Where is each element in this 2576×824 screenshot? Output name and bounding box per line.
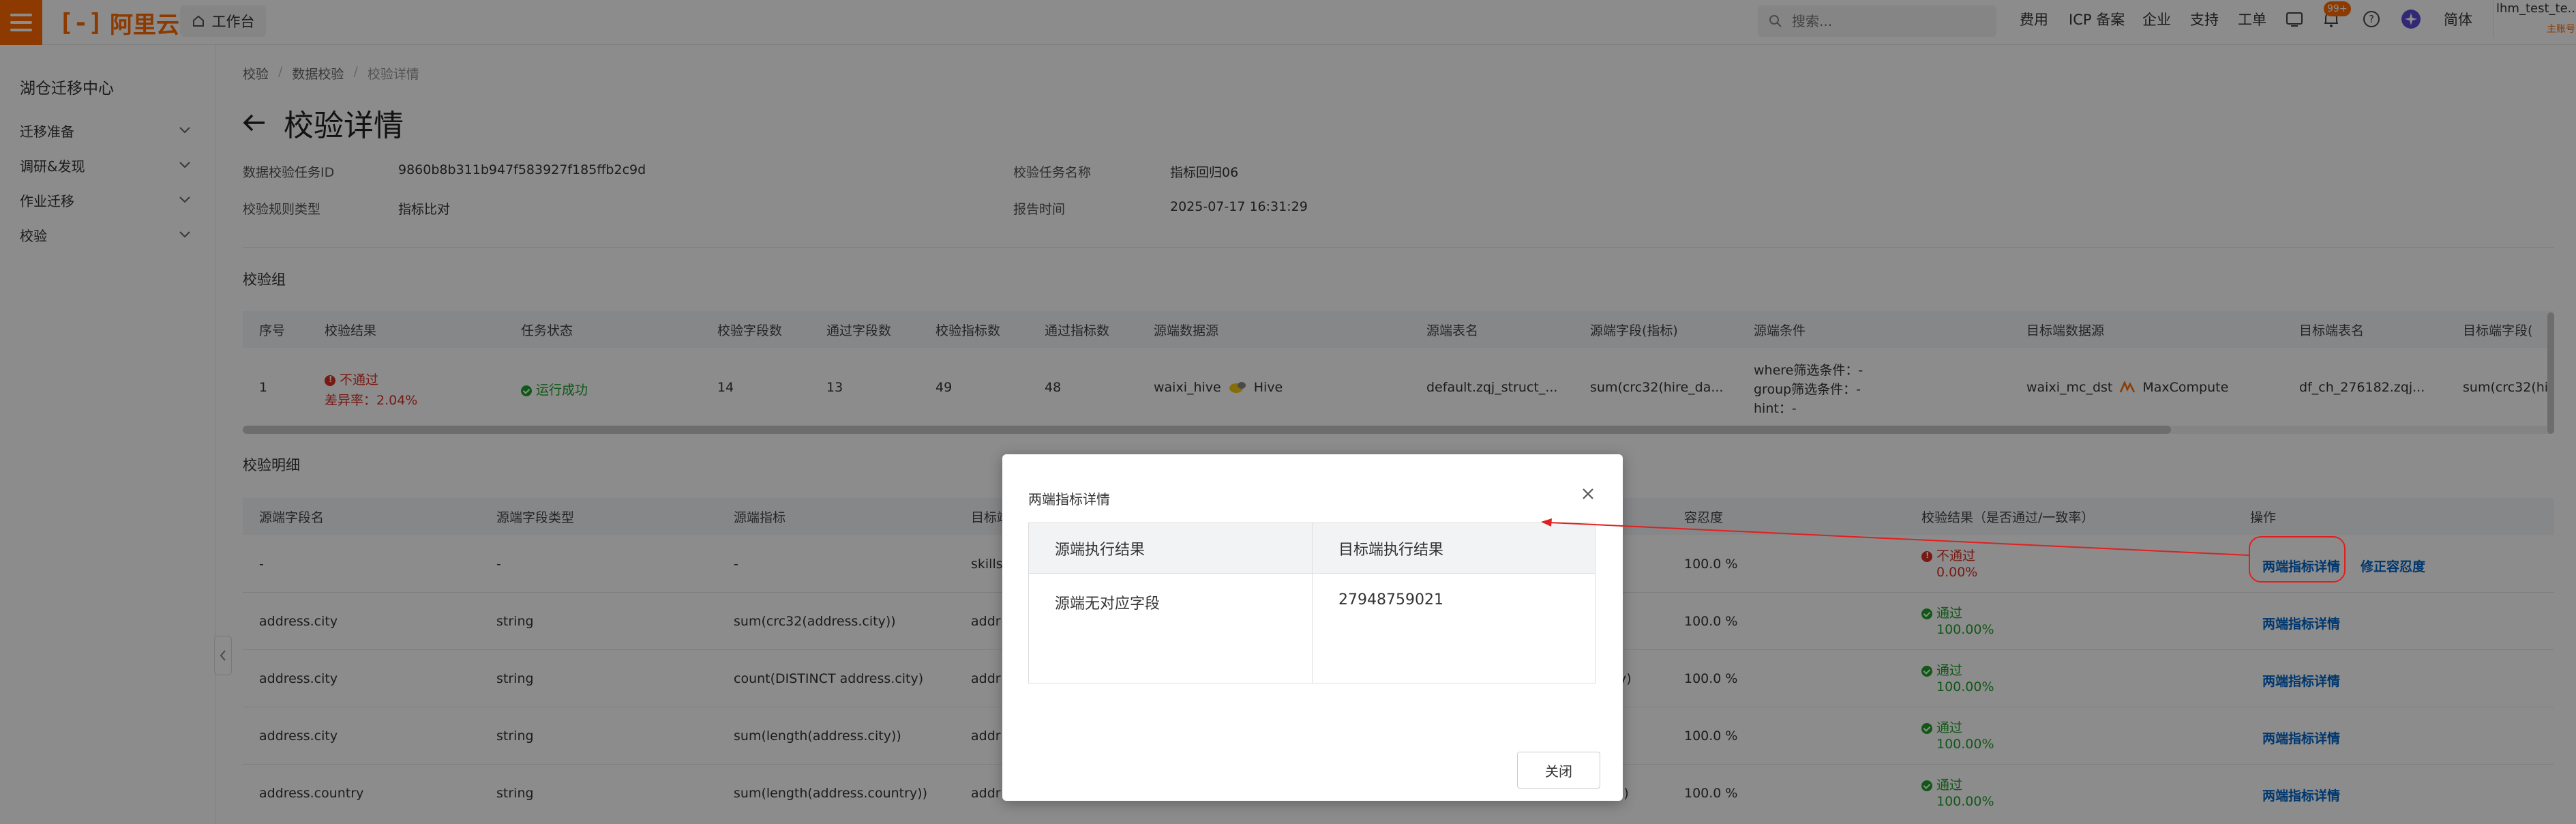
source-result-header: 源端执行结果 xyxy=(1029,523,1312,574)
target-result-header: 目标端执行结果 xyxy=(1313,523,1595,574)
target-result-value: 27948759021 xyxy=(1338,591,1443,608)
source-result-value: 源端无对应字段 xyxy=(1055,595,1160,613)
close-icon[interactable] xyxy=(1578,484,1598,503)
close-button[interactable]: 关闭 xyxy=(1517,752,1600,789)
metric-detail-dialog: 两端指标详情 源端执行结果 目标端执行结果 源端无对应字段 2794875902… xyxy=(1002,454,1623,801)
dialog-title: 两端指标详情 xyxy=(1028,491,1110,507)
annotation-highlight-box xyxy=(2249,536,2346,583)
column-divider xyxy=(1312,523,1313,683)
metric-result-table: 源端执行结果 目标端执行结果 源端无对应字段 27948759021 xyxy=(1028,523,1596,683)
